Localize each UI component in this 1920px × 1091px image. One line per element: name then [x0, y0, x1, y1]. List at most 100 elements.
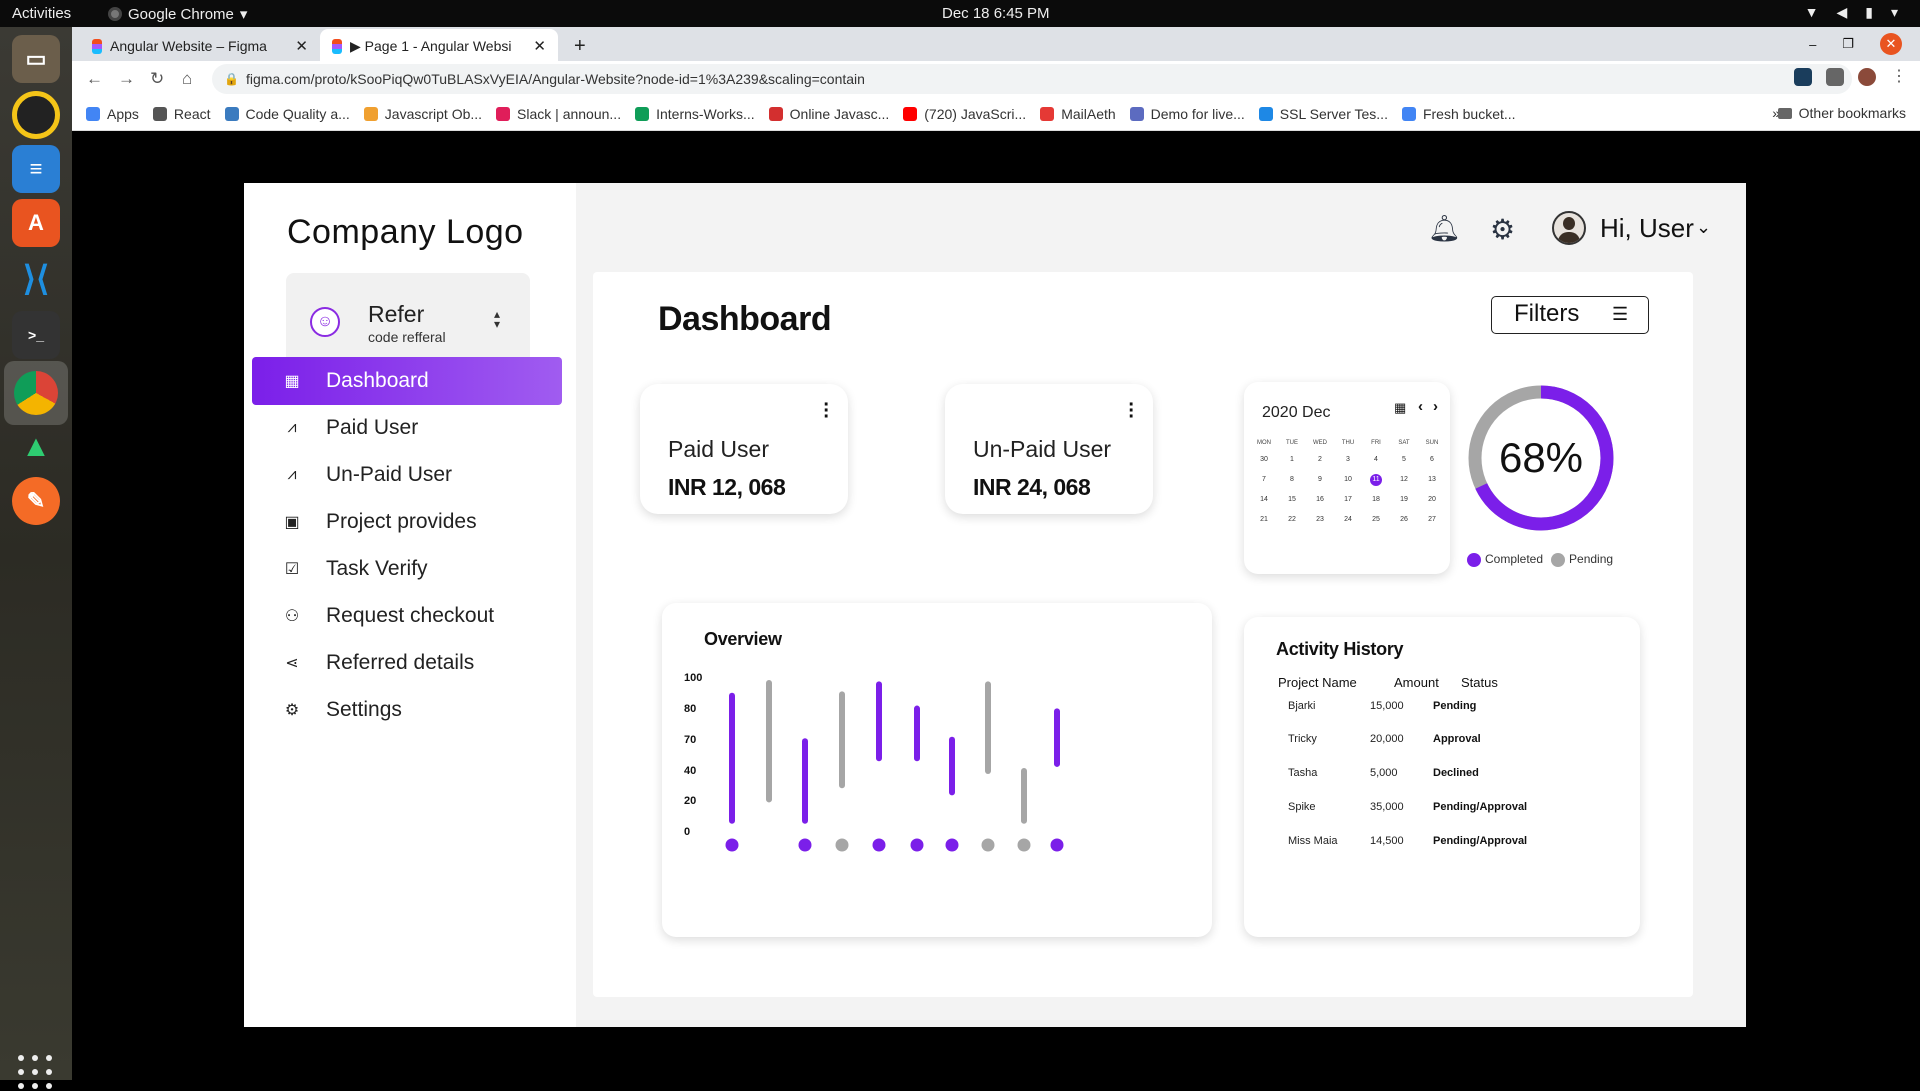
unpaid-user-card[interactable]: · · · Un-Paid User INR 24, 068: [945, 384, 1153, 514]
lock-icon[interactable]: 🔒: [224, 64, 239, 94]
menu-kebab-icon[interactable]: ⋮: [1890, 68, 1908, 86]
weekday-label: MON: [1257, 440, 1271, 446]
calendar-day[interactable]: 25: [1362, 510, 1390, 530]
calendar-day[interactable]: 26: [1390, 510, 1418, 530]
calendar-day[interactable]: 22: [1278, 510, 1306, 530]
sidebar-item-referred-details[interactable]: ⋖ Referred details: [252, 639, 562, 687]
sidebar-item-un-paid-user[interactable]: ⩘ Un-Paid User: [252, 451, 562, 499]
new-tab-button[interactable]: +: [562, 29, 598, 63]
calendar-day[interactable]: 14: [1250, 490, 1278, 510]
software-center-icon[interactable]: A: [12, 199, 60, 247]
avatar[interactable]: [1552, 211, 1586, 245]
calendar-day[interactable]: 10: [1334, 470, 1362, 490]
gear-icon[interactable]: ⚙: [1490, 213, 1515, 246]
calendar-day[interactable]: 9: [1306, 470, 1334, 490]
bookmark-item[interactable]: Fresh bucket...: [1401, 106, 1516, 122]
sidebar-item-project-provides[interactable]: ▣ Project provides: [252, 498, 562, 546]
bookmark-item[interactable]: (720) JavaScri...: [903, 106, 1026, 122]
calendar-day[interactable]: 19: [1390, 490, 1418, 510]
sidebar-item-task-verify[interactable]: ☑ Task Verify: [252, 545, 562, 593]
calendar-day[interactable]: 17: [1334, 490, 1362, 510]
sidebar-item-request-checkout[interactable]: ⚇ Request checkout: [252, 592, 562, 640]
close-window-icon[interactable]: ✕: [1880, 33, 1902, 55]
show-applications-icon[interactable]: [18, 1055, 54, 1091]
kebab-menu-icon[interactable]: · · ·: [823, 395, 830, 427]
calendar-day[interactable]: 20: [1418, 490, 1446, 510]
tab-figma[interactable]: Angular Website – Figma ✕: [80, 29, 320, 63]
bookmark-item[interactable]: Slack | announ...: [496, 106, 621, 122]
activities-button[interactable]: Activities: [12, 5, 71, 22]
calendar-day[interactable]: 23: [1306, 510, 1334, 530]
chrome-icon[interactable]: [4, 361, 68, 425]
calendar-day[interactable]: 12: [1390, 470, 1418, 490]
refer-card[interactable]: ☺ Refer code refferal ▴ ▾: [286, 273, 530, 369]
close-icon[interactable]: ✕: [295, 37, 308, 55]
calendar-day[interactable]: 3: [1334, 450, 1362, 470]
bookmark-item[interactable]: React: [152, 106, 211, 122]
maximize-icon[interactable]: ❐: [1842, 36, 1854, 52]
postman-icon[interactable]: ✎: [12, 477, 60, 525]
rhythmbox-icon[interactable]: [12, 91, 60, 139]
close-icon[interactable]: ✕: [533, 37, 546, 55]
calendar-day[interactable]: 2: [1306, 450, 1334, 470]
calendar-day[interactable]: 24: [1334, 510, 1362, 530]
calendar-day[interactable]: 7: [1250, 470, 1278, 490]
weekday-label: FRI: [1371, 440, 1381, 446]
bookmark-item[interactable]: Javascript Ob...: [363, 106, 482, 122]
reload-icon[interactable]: ↻: [150, 69, 168, 89]
user-greeting[interactable]: Hi, User: [1600, 213, 1694, 244]
files-icon[interactable]: ▭: [12, 35, 60, 83]
bookmark-item[interactable]: Demo for live...: [1129, 106, 1245, 122]
sort-arrows-icon[interactable]: ▴ ▾: [494, 308, 500, 330]
company-logo[interactable]: Company Logo: [287, 213, 524, 252]
system-tray[interactable]: ▼ ◀ ▮ ▾: [1805, 4, 1898, 21]
other-bookmarks[interactable]: Other bookmarks: [1777, 105, 1906, 121]
calendar-day[interactable]: 6: [1418, 450, 1446, 470]
clock[interactable]: Dec 18 6:45 PM: [942, 5, 1050, 22]
calendar-day[interactable]: 11: [1362, 470, 1390, 490]
home-icon[interactable]: ⌂: [182, 69, 200, 89]
calendar-day[interactable]: 4: [1362, 450, 1390, 470]
vscode-icon[interactable]: ⟩⟨: [12, 255, 60, 303]
calendar-day[interactable]: 27: [1418, 510, 1446, 530]
kebab-menu-icon[interactable]: · · ·: [1128, 395, 1135, 427]
bookmark-item[interactable]: Online Javasc...: [768, 106, 889, 122]
bell-icon[interactable]: 🔔︎: [1428, 213, 1461, 244]
forward-icon[interactable]: →: [118, 69, 136, 89]
paid-user-card[interactable]: · · · Paid User INR 12, 068: [640, 384, 848, 514]
chevron-left-icon[interactable]: ‹: [1418, 398, 1423, 415]
terminal-icon[interactable]: >_: [12, 311, 60, 359]
puzzle-icon[interactable]: [1826, 68, 1844, 86]
address-bar[interactable]: 🔒 figma.com/proto/kSooPiqQw0TuBLASxVyEIA…: [212, 64, 1852, 94]
extension-icon[interactable]: [1794, 68, 1812, 86]
bookmark-item[interactable]: SSL Server Tes...: [1258, 106, 1388, 122]
app-menu[interactable]: Google Chrome ▾: [108, 5, 247, 23]
profile-avatar-icon[interactable]: [1858, 68, 1876, 86]
calendar-day[interactable]: 15: [1278, 490, 1306, 510]
back-icon[interactable]: ←: [86, 69, 104, 89]
calendar-icon[interactable]: ▦: [1394, 400, 1406, 416]
minimize-icon[interactable]: –: [1809, 37, 1816, 52]
filters-button[interactable]: Filters ☰: [1491, 296, 1649, 334]
bookmark-item[interactable]: Code Quality a...: [224, 106, 350, 122]
chevron-right-icon[interactable]: ›: [1433, 398, 1438, 415]
calendar-day[interactable]: 16: [1306, 490, 1334, 510]
rocket-icon[interactable]: ▲: [12, 423, 60, 471]
bookmark-item[interactable]: MailAeth: [1040, 106, 1116, 122]
chevron-down-icon[interactable]: ⌄: [1696, 217, 1711, 238]
bookmark-item[interactable]: Interns-Works...: [635, 106, 755, 122]
calendar-day[interactable]: 21: [1250, 510, 1278, 530]
sidebar-item-dashboard[interactable]: ▦ Dashboard: [252, 357, 562, 405]
bookmark-item[interactable]: Apps: [86, 106, 139, 122]
calendar-day[interactable]: 13: [1418, 470, 1446, 490]
sidebar-item-paid-user[interactable]: ⩘ Paid User: [252, 404, 562, 452]
chart-point: [835, 838, 849, 852]
calendar-day[interactable]: 8: [1278, 470, 1306, 490]
writer-icon[interactable]: ≡: [12, 145, 60, 193]
tab-prototype[interactable]: ▶ Page 1 - Angular Websi ✕: [320, 29, 558, 63]
calendar-day[interactable]: 5: [1390, 450, 1418, 470]
calendar-day[interactable]: 18: [1362, 490, 1390, 510]
sidebar-item-settings[interactable]: ⚙ Settings: [252, 686, 562, 734]
calendar-day[interactable]: 30: [1250, 450, 1278, 470]
calendar-day[interactable]: 1: [1278, 450, 1306, 470]
